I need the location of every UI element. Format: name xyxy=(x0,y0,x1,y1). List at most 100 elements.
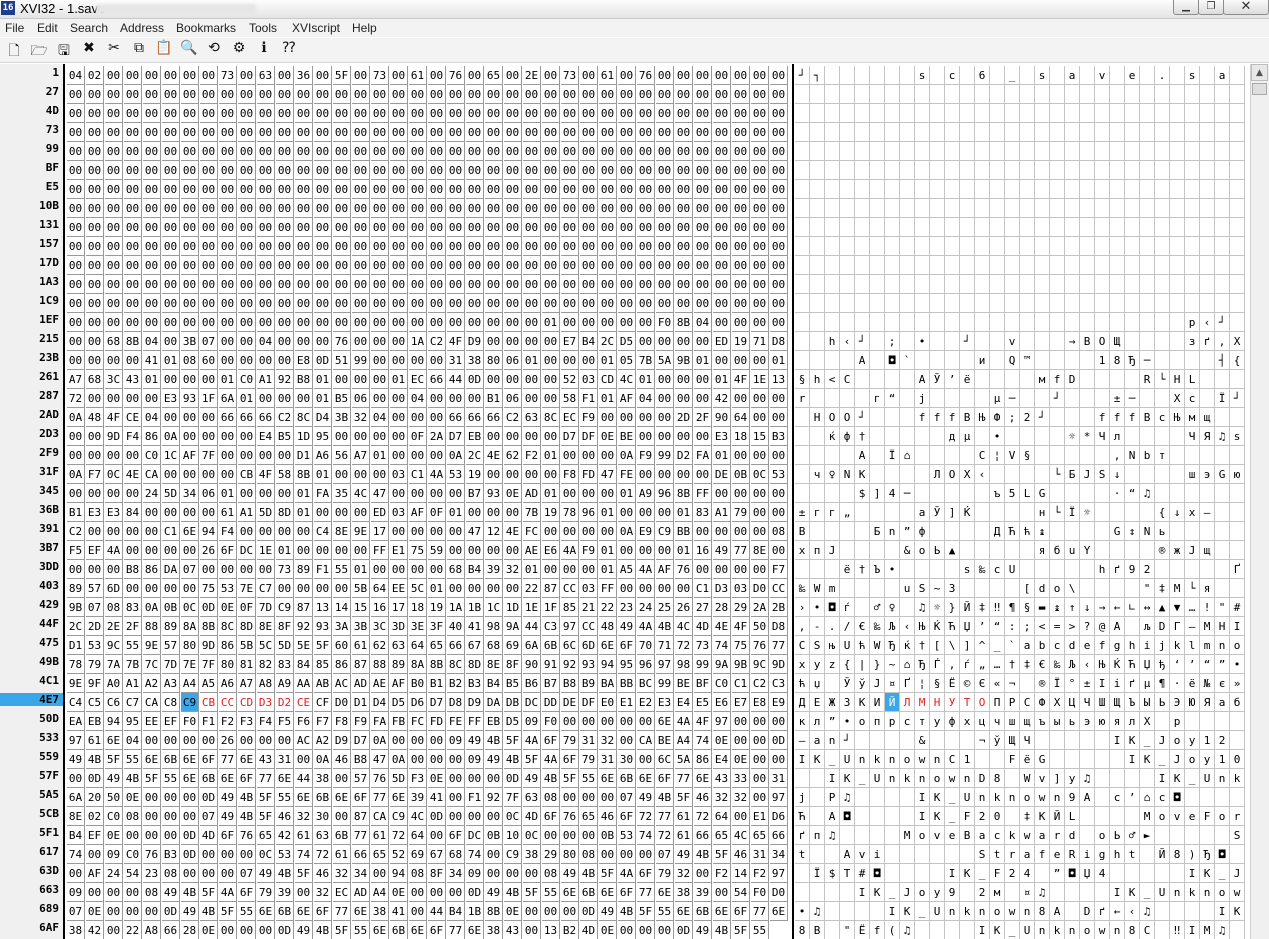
text-char-cell[interactable]: л xyxy=(1125,712,1140,731)
text-char-cell[interactable] xyxy=(1140,465,1155,484)
text-char-cell[interactable] xyxy=(885,503,900,522)
text-char-cell[interactable] xyxy=(1005,161,1020,180)
text-char-cell[interactable] xyxy=(810,275,825,294)
text-char-cell[interactable] xyxy=(1050,104,1065,123)
hex-byte-cell[interactable]: 87 xyxy=(295,598,313,617)
hex-byte-cell[interactable]: 01 xyxy=(143,370,161,389)
text-char-cell[interactable] xyxy=(855,389,870,408)
hex-byte-cell[interactable]: 00 xyxy=(352,370,370,389)
hex-byte-cell[interactable]: 00 xyxy=(713,883,731,902)
text-char-cell[interactable]: · xyxy=(1170,674,1185,693)
hex-byte-cell[interactable]: 00 xyxy=(162,142,180,161)
hex-byte-cell[interactable]: 9B xyxy=(67,598,85,617)
hex-byte-cell[interactable]: 00 xyxy=(86,484,104,503)
text-char-cell[interactable]: Њ xyxy=(1095,655,1110,674)
hex-byte-cell[interactable]: 00 xyxy=(314,579,332,598)
text-char-cell[interactable]: ” xyxy=(1215,655,1230,674)
text-char-cell[interactable] xyxy=(1170,465,1185,484)
hex-byte-cell[interactable]: 00 xyxy=(713,484,731,503)
hex-byte-cell[interactable]: 00 xyxy=(162,161,180,180)
text-char-cell[interactable] xyxy=(870,161,885,180)
text-char-cell[interactable] xyxy=(825,180,840,199)
text-char-cell[interactable] xyxy=(915,446,930,465)
text-char-cell[interactable]: д xyxy=(945,427,960,446)
hex-byte-cell[interactable]: 00 xyxy=(276,731,294,750)
text-char-cell[interactable]: h xyxy=(810,370,825,389)
text-char-cell[interactable] xyxy=(1020,427,1035,446)
hex-byte-cell[interactable]: 01 xyxy=(542,484,560,503)
text-char-cell[interactable]: ┘ xyxy=(855,332,870,351)
text-char-cell[interactable] xyxy=(1005,503,1020,522)
hex-byte-cell[interactable]: 00 xyxy=(523,313,541,332)
hex-byte-cell[interactable]: 7F xyxy=(200,655,218,674)
hex-byte-cell[interactable]: 00 xyxy=(162,313,180,332)
hex-byte-cell[interactable]: 00 xyxy=(276,218,294,237)
text-char-cell[interactable]: K xyxy=(930,807,945,826)
hex-byte-cell[interactable]: 30 xyxy=(618,750,636,769)
hex-byte-cell[interactable]: 00 xyxy=(732,66,750,85)
hex-byte-cell[interactable]: 00 xyxy=(409,408,427,427)
hex-byte-cell[interactable]: 0D xyxy=(580,902,598,921)
hex-byte-cell[interactable]: 00 xyxy=(276,237,294,256)
text-char-cell[interactable] xyxy=(1200,66,1215,85)
hex-byte-cell[interactable]: 07 xyxy=(67,902,85,921)
hex-byte-cell[interactable]: B8 xyxy=(295,370,313,389)
text-char-cell[interactable]: Х xyxy=(960,465,975,484)
hex-byte-cell[interactable]: 00 xyxy=(732,807,750,826)
hex-byte-cell[interactable]: 00 xyxy=(523,123,541,142)
text-char-cell[interactable]: И xyxy=(870,693,885,712)
hex-byte-cell[interactable]: 00 xyxy=(67,161,85,180)
text-char-cell[interactable] xyxy=(930,275,945,294)
hex-byte-cell[interactable]: 1F xyxy=(542,598,560,617)
text-char-cell[interactable]: _ xyxy=(1215,864,1230,883)
text-char-cell[interactable] xyxy=(1050,218,1065,237)
hex-byte-cell[interactable]: 00 xyxy=(86,275,104,294)
text-char-cell[interactable]: 2 xyxy=(1140,560,1155,579)
text-char-cell[interactable]: s xyxy=(1035,66,1050,85)
hex-byte-cell[interactable]: 74 xyxy=(637,826,655,845)
text-char-cell[interactable] xyxy=(795,864,810,883)
text-char-cell[interactable]: ─ xyxy=(1005,389,1020,408)
text-char-cell[interactable] xyxy=(1065,902,1080,921)
hex-byte-cell[interactable]: 00 xyxy=(105,199,123,218)
hex-byte-cell[interactable]: 1B xyxy=(466,902,484,921)
hex-byte-cell[interactable]: 00 xyxy=(618,579,636,598)
hex-byte-cell[interactable]: 00 xyxy=(67,275,85,294)
hex-byte-cell[interactable]: 00 xyxy=(314,66,332,85)
hex-byte-cell[interactable]: B8 xyxy=(352,750,370,769)
hex-byte-cell[interactable]: A1 xyxy=(124,674,142,693)
text-char-cell[interactable] xyxy=(915,180,930,199)
text-char-cell[interactable] xyxy=(900,256,915,275)
hex-byte-cell[interactable]: 00 xyxy=(219,256,237,275)
text-char-cell[interactable]: С xyxy=(975,446,990,465)
hex-byte-cell[interactable]: 00 xyxy=(751,85,769,104)
hex-byte-cell[interactable]: 00 xyxy=(542,256,560,275)
hex-byte-cell[interactable]: 00 xyxy=(732,218,750,237)
hex-byte-cell[interactable]: 91 xyxy=(542,655,560,674)
text-char-cell[interactable]: D xyxy=(1065,370,1080,389)
text-char-cell[interactable]: 2 xyxy=(1005,864,1020,883)
text-char-cell[interactable] xyxy=(1065,522,1080,541)
text-char-cell[interactable] xyxy=(1020,218,1035,237)
text-char-cell[interactable]: ¶ xyxy=(1005,598,1020,617)
text-char-cell[interactable]: ђ xyxy=(1155,655,1170,674)
hex-byte-cell[interactable]: 00 xyxy=(428,104,446,123)
hex-byte-cell[interactable]: CC xyxy=(219,693,237,712)
text-char-cell[interactable] xyxy=(1215,104,1230,123)
hex-byte-cell[interactable]: 4B xyxy=(580,864,598,883)
hex-byte-cell[interactable]: 53 xyxy=(276,845,294,864)
hex-byte-cell[interactable]: 6F xyxy=(618,883,636,902)
text-char-cell[interactable] xyxy=(1155,560,1170,579)
hex-byte-cell[interactable]: 55 xyxy=(751,921,769,939)
hex-byte-cell[interactable]: 00 xyxy=(295,199,313,218)
hex-byte-cell[interactable]: 00 xyxy=(333,294,351,313)
hex-byte-cell[interactable]: 74 xyxy=(466,845,484,864)
hex-byte-cell[interactable]: 00 xyxy=(333,123,351,142)
text-char-cell[interactable] xyxy=(1155,294,1170,313)
text-char-cell[interactable] xyxy=(990,142,1005,161)
hex-byte-cell[interactable]: 00 xyxy=(618,541,636,560)
hex-byte-cell[interactable]: 50 xyxy=(105,788,123,807)
text-char-cell[interactable]: м xyxy=(990,883,1005,902)
hex-byte-cell[interactable]: 61 xyxy=(219,503,237,522)
text-char-cell[interactable]: c xyxy=(1155,788,1170,807)
